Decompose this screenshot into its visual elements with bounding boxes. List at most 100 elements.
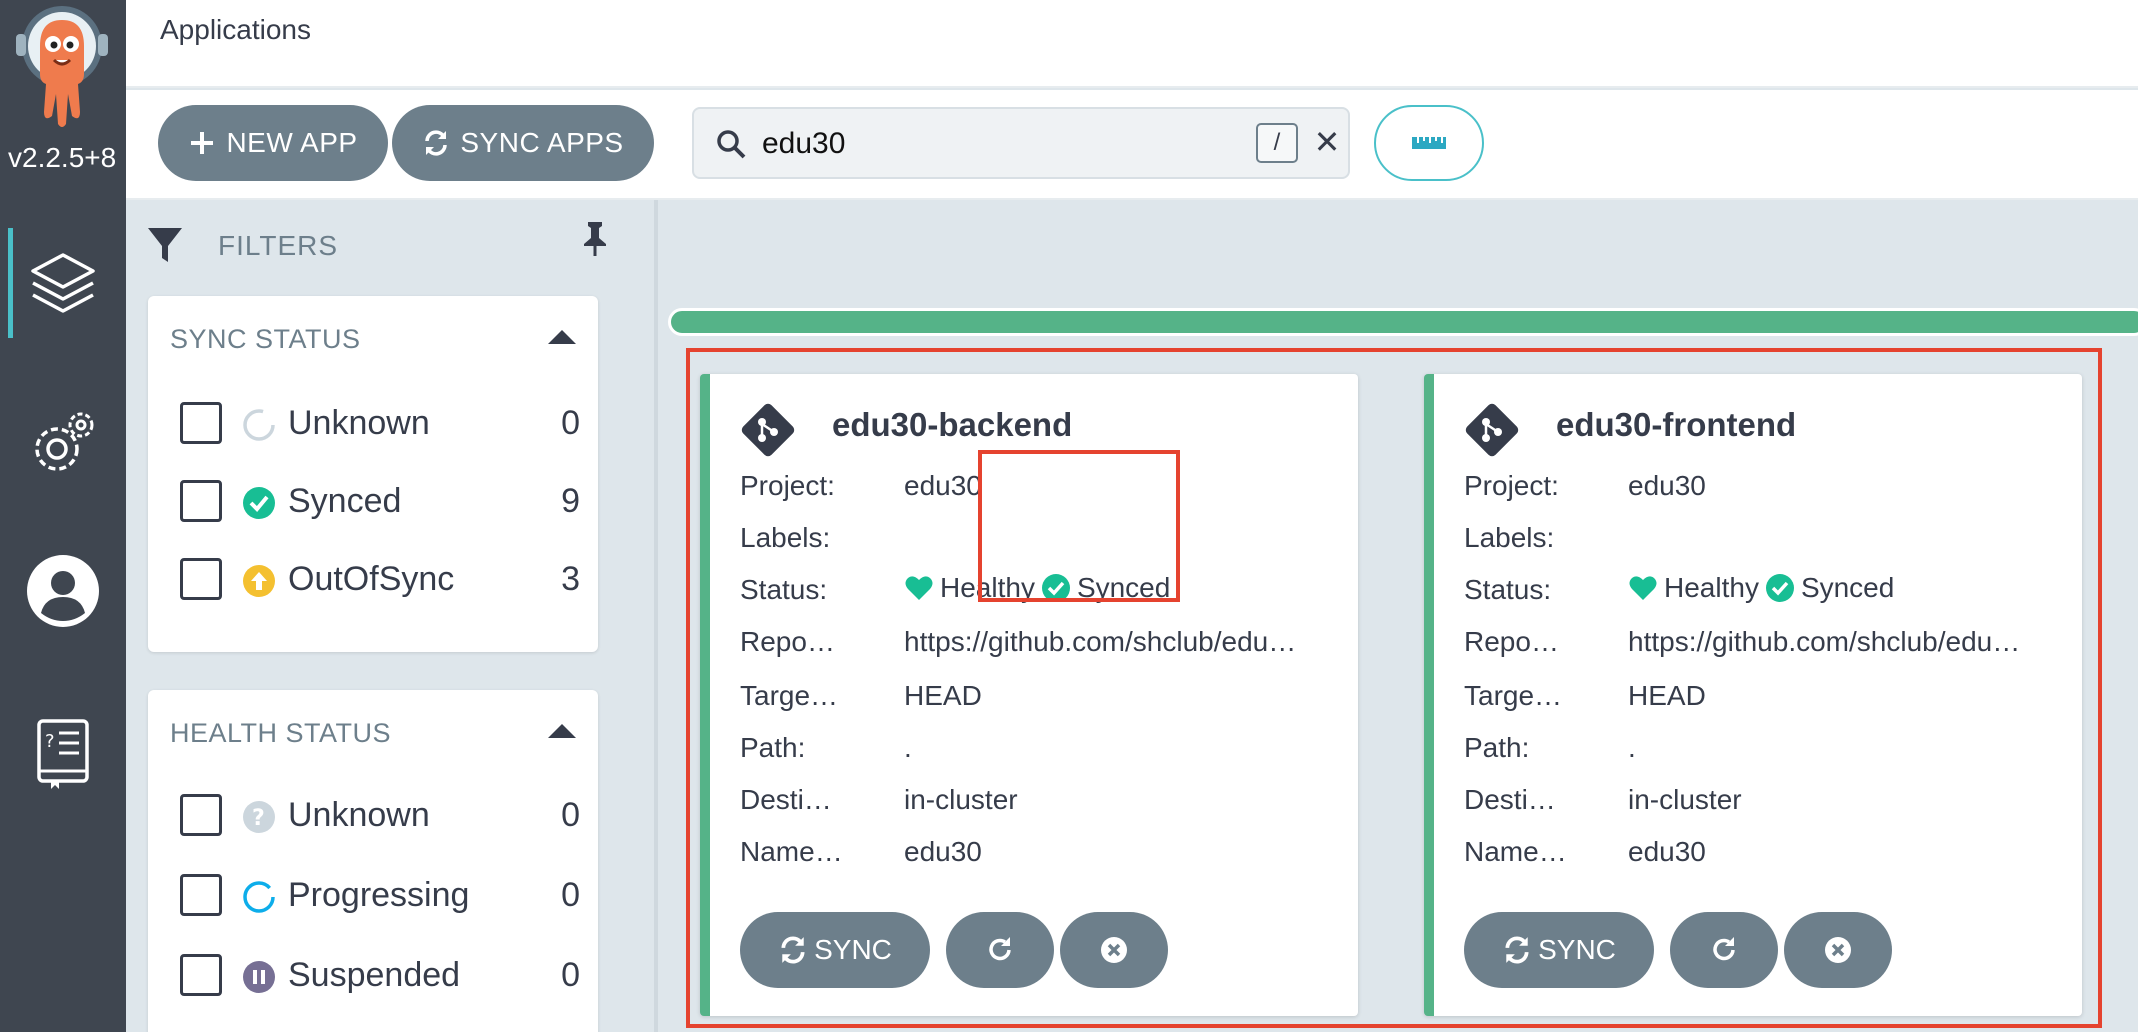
refresh-button[interactable] <box>1670 912 1778 988</box>
plus-icon <box>191 132 214 154</box>
checkbox[interactable] <box>180 402 222 444</box>
search-box: / ✕ <box>692 107 1350 179</box>
layers-icon <box>31 253 95 313</box>
git-icon <box>741 403 795 457</box>
nav-user[interactable] <box>0 536 126 646</box>
sync-icon <box>425 130 448 156</box>
gears-icon <box>35 412 94 471</box>
page-title: Applications <box>160 14 311 45</box>
prop-value: in-cluster <box>1628 784 1742 815</box>
prop-value: HEAD <box>904 680 982 711</box>
sync-label: SYNC <box>1538 934 1616 965</box>
svg-text:?: ? <box>45 731 55 752</box>
checkbox[interactable] <box>180 558 222 600</box>
filter-row-sync-unknown[interactable]: Unknown 0 <box>180 396 580 452</box>
prop-label: Name… <box>1464 836 1567 867</box>
nav-docs[interactable]: ? <box>0 698 126 808</box>
prop-label: Path: <box>740 732 806 763</box>
sync-label: SYNC <box>814 934 892 965</box>
status-value: Healthy Synced <box>1628 572 2048 604</box>
filter-label: Suspended <box>288 956 461 994</box>
apps-status-bar <box>668 308 2138 336</box>
prop-label: Repo… <box>740 626 835 657</box>
highlight-box <box>978 450 1180 602</box>
filter-icon[interactable] <box>146 224 184 264</box>
app-name[interactable]: edu30-frontend <box>1556 406 1796 444</box>
refresh-icon <box>1713 937 1735 961</box>
filter-row-health-progressing[interactable]: Progressing 0 <box>180 868 580 924</box>
search-input[interactable] <box>762 119 1242 169</box>
prop-value: . <box>1628 732 1636 763</box>
prop-label: Status: <box>740 574 828 605</box>
prop-label: Targe… <box>740 680 839 711</box>
filter-count: 0 <box>561 876 580 914</box>
collapse-caret-icon[interactable] <box>548 724 576 738</box>
filter-label: OutOfSync <box>288 560 455 598</box>
book-icon: ? <box>37 719 89 789</box>
git-icon <box>1465 403 1519 457</box>
app-card-frontend[interactable]: edu30-frontend Project: edu30 Labels: St… <box>1424 374 2082 1016</box>
spinner-icon <box>243 881 275 913</box>
prop-label: Desti… <box>740 784 832 815</box>
health-status: Healthy <box>1664 572 1759 603</box>
sync-button[interactable]: SYNC <box>740 912 930 988</box>
prop-label: Repo… <box>1464 626 1559 657</box>
sync-status-title: SYNC STATUS <box>170 324 361 354</box>
search-icon <box>717 130 746 159</box>
nav-applications[interactable] <box>0 228 126 338</box>
filter-count: 3 <box>561 560 580 598</box>
delete-button[interactable] <box>1784 912 1892 988</box>
checkbox[interactable] <box>180 874 222 916</box>
checkbox[interactable] <box>180 480 222 522</box>
app-name[interactable]: edu30-backend <box>832 406 1072 444</box>
filter-count: 9 <box>561 482 580 520</box>
filter-row-sync-outofsync[interactable]: OutOfSync 3 <box>180 552 580 608</box>
prop-value: in-cluster <box>904 784 1018 815</box>
prop-label: Project: <box>1464 470 1559 501</box>
prop-label: Status: <box>1464 574 1552 605</box>
check-circle-icon <box>1765 574 1794 602</box>
health-status-title: HEALTH STATUS <box>170 718 392 748</box>
repo-link[interactable]: https://github.com/shclub/edu… <box>1628 626 2048 658</box>
checkbox[interactable] <box>180 954 222 996</box>
pin-icon[interactable] <box>580 220 610 256</box>
filter-count: 0 <box>561 404 580 442</box>
filter-count: 0 <box>561 796 580 834</box>
svg-text:?: ? <box>252 806 265 831</box>
panel-divider <box>654 200 658 1032</box>
toolbar: NEW APP SYNC APPS / ✕ <box>126 90 2138 200</box>
page-header: Applications <box>126 0 2138 88</box>
argo-logo[interactable] <box>10 4 114 132</box>
filter-label: Synced <box>288 482 402 520</box>
refresh-button[interactable] <box>946 912 1054 988</box>
sync-status-filter: SYNC STATUS Unknown 0 Synced 9 OutOfSync… <box>148 296 598 652</box>
prop-value: edu30 <box>1628 836 1706 867</box>
collapse-caret-icon[interactable] <box>548 330 576 344</box>
new-app-button[interactable]: NEW APP <box>158 105 388 181</box>
close-icon[interactable]: ✕ <box>1312 126 1342 158</box>
sync-status: Synced <box>1800 572 1895 603</box>
checkbox[interactable] <box>180 794 222 836</box>
delete-button[interactable] <box>1060 912 1168 988</box>
ruler-icon <box>1412 137 1446 149</box>
prop-value: edu30 <box>1628 470 1706 501</box>
sync-apps-button[interactable]: SYNC APPS <box>392 105 654 181</box>
filter-row-health-unknown[interactable]: ? Unknown 0 <box>180 788 580 844</box>
filter-label: Unknown <box>288 404 430 442</box>
search-shortcut-key: / <box>1256 123 1298 163</box>
filter-count: 0 <box>561 956 580 994</box>
prop-label: Labels: <box>740 522 831 553</box>
sync-button[interactable]: SYNC <box>1464 912 1654 988</box>
new-app-label: NEW APP <box>226 127 358 158</box>
view-density-button[interactable] <box>1374 105 1484 181</box>
nav-settings[interactable] <box>0 388 126 498</box>
user-circle-icon <box>27 555 99 627</box>
arrow-up-circle-icon <box>243 565 275 597</box>
filter-row-sync-synced[interactable]: Synced 9 <box>180 474 580 530</box>
filter-row-health-suspended[interactable]: Suspended 0 <box>180 948 580 1004</box>
version-label: v2.2.5+8 <box>8 142 117 173</box>
question-circle-icon: ? <box>243 801 275 833</box>
filter-label: Unknown <box>288 796 430 834</box>
repo-link[interactable]: https://github.com/shclub/edu… <box>904 626 1324 658</box>
pause-circle-icon <box>243 961 275 993</box>
